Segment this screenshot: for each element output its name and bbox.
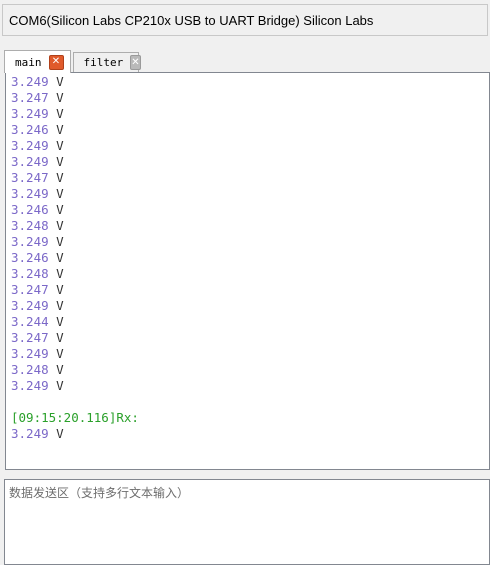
reading-unit: V — [56, 170, 64, 185]
reading-value: 3.248 — [11, 362, 49, 377]
reading-value: 3.249 — [11, 154, 49, 169]
reading-unit: V — [56, 218, 64, 233]
reading-value: 3.249 — [11, 234, 49, 249]
reading-value: 3.249 — [11, 426, 49, 441]
reading-unit: V — [56, 122, 64, 137]
reading-value: 3.246 — [11, 122, 49, 137]
console-line: 3.248 V — [11, 362, 489, 378]
console-line: 3.249 V — [11, 74, 489, 90]
reading-value: 3.248 — [11, 218, 49, 233]
reading-value: 3.249 — [11, 106, 49, 121]
reading-unit: V — [56, 90, 64, 105]
send-placeholder: 数据发送区（支持多行文本输入） — [9, 486, 190, 500]
reading-value: 3.249 — [11, 74, 49, 89]
receive-console[interactable]: 3.249 V 3.247 V 3.249 V 3.246 V 3.249 V 3.249… — [5, 72, 490, 470]
tab-filter-label: filter — [83, 56, 124, 69]
reading-value: 3.246 — [11, 250, 49, 265]
console-line: 3.248 V — [11, 218, 489, 234]
reading-unit: V — [56, 202, 64, 217]
reading-unit: V — [56, 138, 64, 153]
reading-value: 3.249 — [11, 346, 49, 361]
rx-timestamp-header: [09:15:20.116]Rx: — [11, 410, 139, 425]
console-line: 3.247 V — [11, 330, 489, 346]
reading-unit: V — [56, 314, 64, 329]
reading-unit: V — [56, 298, 64, 313]
console-line: 3.249 V — [11, 106, 489, 122]
console-line: 3.246 V — [11, 122, 489, 138]
reading-unit: V — [56, 362, 64, 377]
reading-value: 3.247 — [11, 330, 49, 345]
send-input[interactable]: 数据发送区（支持多行文本输入） — [4, 479, 490, 565]
console-line: 3.244 V — [11, 314, 489, 330]
reading-unit: V — [56, 346, 64, 361]
console-line: 3.247 V — [11, 170, 489, 186]
console-line: 3.249 V — [11, 378, 489, 394]
reading-unit: V — [56, 266, 64, 281]
reading-unit: V — [56, 74, 64, 89]
console-line: 3.247 V — [11, 90, 489, 106]
console-line: 3.246 V — [11, 202, 489, 218]
reading-value: 3.248 — [11, 266, 49, 281]
reading-unit: V — [56, 330, 64, 345]
reading-unit: V — [56, 250, 64, 265]
reading-value: 3.249 — [11, 298, 49, 313]
tab-filter[interactable]: filter ✕ — [72, 52, 141, 72]
console-line: 3.249 V — [11, 138, 489, 154]
close-icon[interactable]: ✕ — [130, 55, 141, 70]
console-line: 3.249 V — [11, 426, 489, 442]
console-line: 3.249 V — [11, 298, 489, 314]
console-line: 3.249 V — [11, 154, 489, 170]
window-title-bar: COM6(Silicon Labs CP210x USB to UART Bri… — [2, 4, 488, 36]
reading-value: 3.247 — [11, 170, 49, 185]
reading-unit: V — [56, 186, 64, 201]
console-line: 3.249 V — [11, 234, 489, 250]
console-line: 3.249 V — [11, 186, 489, 202]
tab-bar: main ✕ filter ✕ — [4, 50, 141, 73]
reading-value: 3.249 — [11, 138, 49, 153]
reading-value: 3.247 — [11, 282, 49, 297]
reading-unit: V — [56, 282, 64, 297]
reading-value: 3.246 — [11, 202, 49, 217]
console-line: 3.247 V — [11, 282, 489, 298]
reading-value: 3.249 — [11, 186, 49, 201]
close-icon[interactable]: ✕ — [48, 54, 64, 70]
reading-unit: V — [56, 154, 64, 169]
reading-unit: V — [56, 106, 64, 121]
console-line: 3.246 V — [11, 250, 489, 266]
reading-value: 3.249 — [11, 378, 49, 393]
console-lines: 3.249 V 3.247 V 3.249 V 3.246 V 3.249 V 3.249… — [6, 73, 489, 442]
tab-main-label: main — [15, 55, 42, 69]
console-line: 3.248 V — [11, 266, 489, 282]
console-line: 3.249 V — [11, 346, 489, 362]
reading-unit: V — [56, 426, 64, 441]
reading-unit: V — [56, 234, 64, 249]
reading-unit: V — [56, 378, 64, 393]
reading-value: 3.247 — [11, 90, 49, 105]
reading-value: 3.244 — [11, 314, 49, 329]
tab-main[interactable]: main ✕ — [4, 50, 71, 73]
window-title: COM6(Silicon Labs CP210x USB to UART Bri… — [9, 12, 374, 28]
